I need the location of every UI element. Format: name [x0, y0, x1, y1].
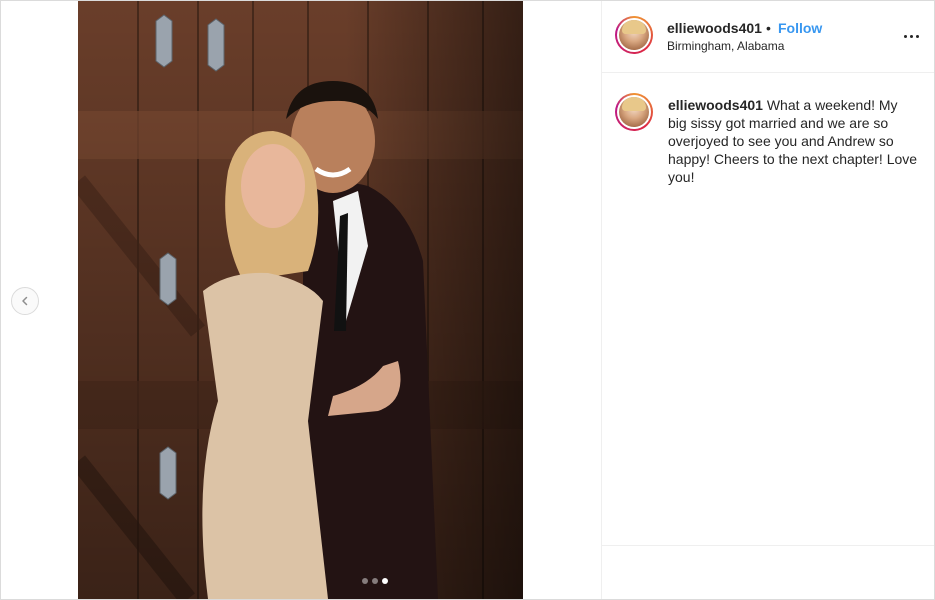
previous-slide-button[interactable]: [11, 287, 39, 315]
caption-avatar[interactable]: [615, 93, 653, 131]
caption-text-block: elliewoods401 What a weekend! My big sis…: [668, 96, 918, 186]
divider: [602, 545, 934, 546]
media-area: [1, 1, 601, 599]
carousel-indicator: [362, 578, 388, 584]
post-dialog: elliewoods401 • Follow Birmingham, Alaba…: [0, 0, 935, 600]
photo-illustration: [78, 1, 523, 599]
avatar-image: [619, 97, 649, 127]
author-username[interactable]: elliewoods401: [667, 20, 762, 36]
post-header: elliewoods401 • Follow Birmingham, Alaba…: [602, 1, 934, 73]
follow-button[interactable]: Follow: [778, 20, 822, 36]
more-options-button[interactable]: [902, 27, 920, 45]
post-location[interactable]: Birmingham, Alabama: [667, 39, 784, 53]
carousel-dot-active: [382, 578, 388, 584]
header-separator: •: [766, 20, 771, 36]
avatar-image: [619, 20, 649, 50]
caption-username[interactable]: elliewoods401: [668, 97, 763, 113]
post-sidebar: elliewoods401 • Follow Birmingham, Alaba…: [601, 1, 934, 599]
chevron-left-icon: [22, 296, 28, 306]
post-photo[interactable]: [78, 1, 523, 599]
more-options-icon: [903, 34, 907, 38]
author-avatar[interactable]: [615, 16, 653, 54]
carousel-dot: [362, 578, 368, 584]
carousel-dot: [372, 578, 378, 584]
